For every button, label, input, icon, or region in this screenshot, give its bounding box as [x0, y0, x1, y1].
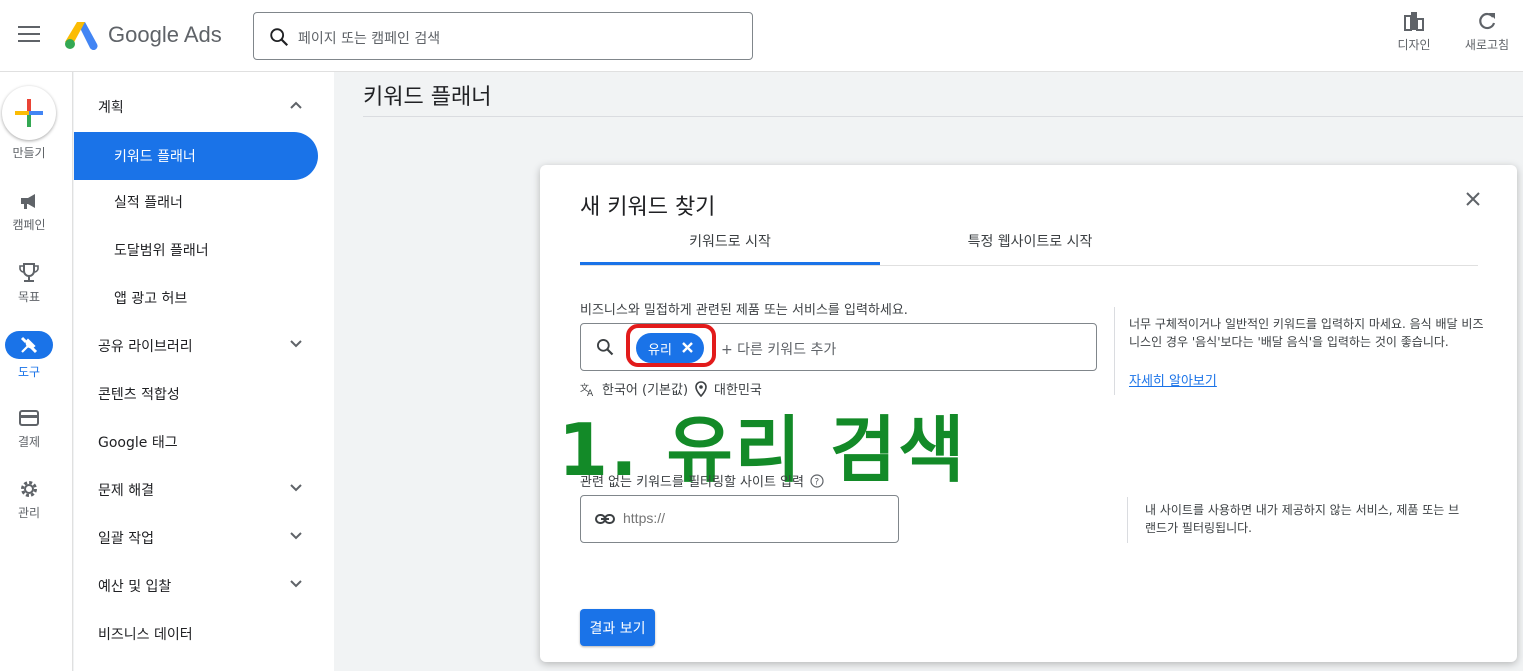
nav-section-bulk-actions[interactable]: 일괄 작업: [74, 514, 318, 562]
refresh-button[interactable]: 새로고침: [1461, 10, 1513, 53]
keyword-input[interactable]: 유리 + 다른 키워드 추가: [580, 323, 1097, 371]
nav-label: 공유 라이브러리: [98, 339, 193, 355]
divider: [1114, 307, 1115, 395]
nav-section-troubleshooting[interactable]: 문제 해결: [74, 466, 318, 514]
rail-label-goals: 목표: [17, 290, 41, 304]
nav-section-shared-library[interactable]: 공유 라이브러리: [74, 322, 318, 370]
nav-label: 계획: [98, 100, 124, 116]
search-icon: [597, 339, 614, 356]
tools-active-pill: [5, 331, 53, 359]
megaphone-icon: [21, 194, 35, 209]
divider: [1127, 497, 1128, 543]
filter-label-text: 관련 없는 키워드를 필터링할 사이트 입력: [580, 475, 804, 490]
tab-divider: [580, 265, 1478, 266]
nav-item-content-suitability[interactable]: 콘텐츠 적합성: [74, 370, 318, 418]
help-icon[interactable]: ?: [810, 474, 824, 488]
nav-label: 실적 플래너: [114, 195, 183, 211]
rail-item-tools[interactable]: 도구: [0, 331, 58, 380]
site-url-input[interactable]: [623, 510, 883, 526]
create-label: 만들기: [12, 146, 46, 160]
keyword-field-label: 비즈니스와 밀접하게 관련된 제품 또는 서비스를 입력하세요.: [580, 303, 908, 318]
site-url-field[interactable]: [580, 495, 899, 543]
top-bar: Google Ads 페이지 또는 캠페인 검색 디자인 새로고침: [0, 0, 1523, 72]
trophy-icon: [19, 263, 39, 282]
search-icon: [270, 28, 289, 47]
nav-label: 키워드 플래너: [114, 149, 196, 165]
rail-label-campaigns: 캠페인: [12, 218, 46, 232]
nav-label: 예산 및 입찰: [98, 579, 172, 595]
rail-label-billing: 결제: [17, 435, 41, 449]
new-keywords-dialog: 새 키워드 찾기 키워드로 시작 특정 웹사이트로 시작 비즈니스와 밀접하게 …: [540, 165, 1517, 662]
rail-item-campaigns[interactable]: 캠페인: [0, 190, 58, 233]
credit-card-icon: [19, 410, 39, 426]
divider: [363, 116, 1523, 117]
tab-start-with-website[interactable]: 특정 웹사이트로 시작: [880, 231, 1180, 265]
keyword-tip: 너무 구체적이거나 일반적인 키워드를 입력하지 마세요. 음식 배달 비즈니스…: [1129, 317, 1484, 349]
add-keyword-placeholder: + 다른 키워드 추가: [721, 342, 837, 358]
google-ads-logo-icon: [65, 22, 98, 50]
rail-item-goals[interactable]: 목표: [0, 262, 58, 305]
tools-icon: [20, 336, 38, 354]
rail-label-admin: 관리: [17, 506, 41, 520]
nav-section-planning[interactable]: 계획: [74, 83, 318, 131]
chevron-down-icon: [290, 532, 302, 540]
tab-label: 특정 웹사이트로 시작: [967, 234, 1093, 250]
nav-section-budgets-bidding[interactable]: 예산 및 입찰: [74, 562, 318, 610]
nav-item-reach-planner[interactable]: 도달범위 플래너: [74, 226, 318, 274]
nav-label: 콘텐츠 적합성: [98, 387, 180, 403]
filter-field-label: 관련 없는 키워드를 필터링할 사이트 입력 ?: [580, 471, 824, 490]
search-box[interactable]: 페이지 또는 캠페인 검색: [253, 12, 753, 60]
nav-label: 앱 광고 허브: [114, 291, 188, 307]
view-results-button[interactable]: 결과 보기: [580, 609, 655, 646]
icon-rail: 만들기 캠페인 목표 도구 결제 관리: [0, 72, 73, 671]
nav-label: Google 태그: [98, 435, 178, 451]
dialog-title: 새 키워드 찾기: [580, 195, 716, 220]
rail-item-billing[interactable]: 결제: [0, 407, 58, 450]
menu-icon[interactable]: [18, 26, 40, 44]
app-logo-text: Google Ads: [108, 22, 222, 47]
create-button[interactable]: [2, 86, 56, 140]
filter-tip: 내 사이트를 사용하면 내가 제공하지 않는 서비스, 제품 또는 브랜드가 필…: [1145, 503, 1460, 535]
search-placeholder: 페이지 또는 캠페인 검색: [298, 31, 441, 47]
link-icon: [595, 514, 615, 524]
learn-more-link[interactable]: 자세히 알아보기: [1129, 370, 1217, 389]
chevron-up-icon: [290, 101, 302, 109]
rail-label-tools: 도구: [17, 365, 41, 379]
nav-label: 일괄 작업: [98, 531, 154, 547]
chevron-down-icon: [290, 580, 302, 588]
appearance-button[interactable]: 디자인: [1394, 10, 1434, 53]
close-icon[interactable]: [1465, 191, 1481, 207]
tab-start-with-keywords[interactable]: 키워드로 시작: [580, 231, 880, 265]
nav-item-business-data[interactable]: 비즈니스 데이터: [74, 610, 318, 658]
appearance-icon: [1404, 12, 1424, 31]
nav-panel: 계획 키워드 플래너 실적 플래너 도달범위 플래너 앱 광고 허브 공유 라이…: [74, 72, 334, 671]
nav-item-keyword-planner[interactable]: 키워드 플래너: [74, 132, 318, 180]
nav-label: 비즈니스 데이터: [98, 627, 193, 643]
nav-label: 도달범위 플래너: [114, 243, 209, 259]
highlight-annotation: [626, 324, 716, 367]
rail-item-admin[interactable]: 관리: [0, 478, 58, 521]
nav-label: 문제 해결: [98, 483, 154, 499]
nav-item-app-ads-hub[interactable]: 앱 광고 허브: [74, 274, 318, 322]
nav-item-google-tag[interactable]: Google 태그: [74, 418, 318, 466]
nav-item-performance-planner[interactable]: 실적 플래너: [74, 178, 318, 226]
appearance-label: 디자인: [1397, 38, 1431, 52]
page-title: 키워드 플래너: [363, 85, 492, 110]
svg-text:?: ?: [815, 478, 820, 488]
plus-icon: [15, 99, 43, 127]
refresh-label: 새로고침: [1464, 38, 1510, 52]
chevron-down-icon: [290, 340, 302, 348]
refresh-icon: [1479, 12, 1496, 30]
tab-label: 키워드로 시작: [689, 234, 771, 250]
gear-icon: [21, 481, 37, 497]
chevron-down-icon: [290, 484, 302, 492]
